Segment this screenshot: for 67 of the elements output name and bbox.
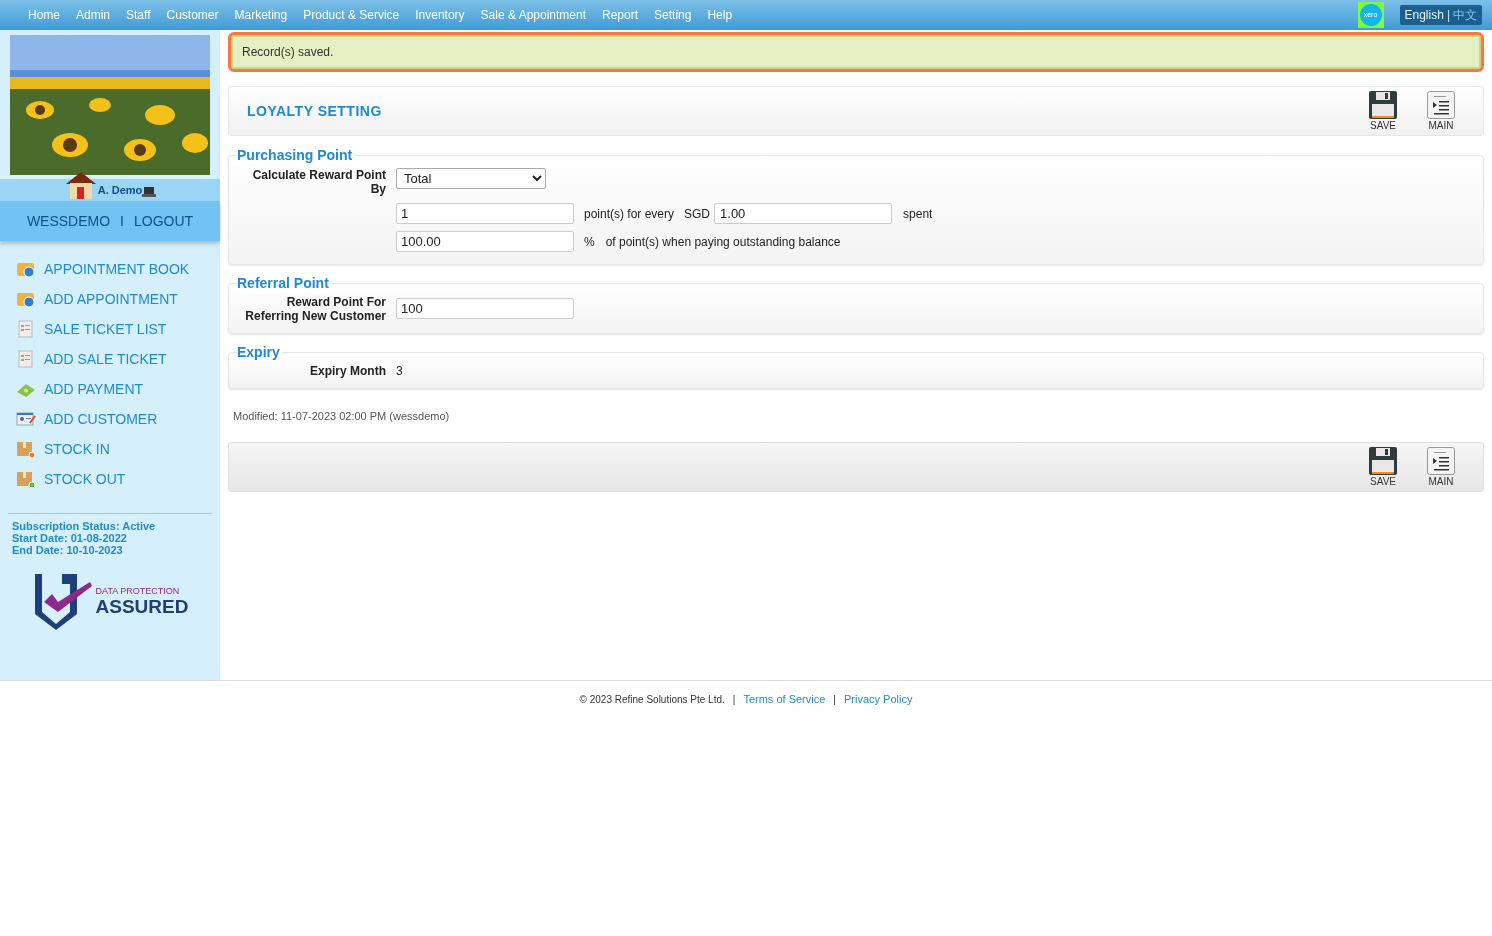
language-option[interactable]: 中文 (1453, 6, 1477, 24)
list-icon (1427, 446, 1455, 475)
badge-caption: DATA PROTECTION (95, 586, 181, 596)
separator-text: | (1446, 7, 1450, 24)
receipt-icon (16, 349, 36, 369)
main-button[interactable]: MAIN (1421, 91, 1461, 131)
sidebar-item[interactable]: ADD PAYMENT (16, 379, 220, 399)
laptop-icon (142, 187, 157, 197)
id-card-icon (16, 409, 36, 429)
subscription-text: End Date: 10-10-2023 (12, 544, 124, 556)
sidebar-item[interactable]: APPOINTMENT BOOK (16, 259, 220, 279)
section-title: Purchasing Point (237, 146, 355, 164)
reward-basis-select[interactable]: Total (396, 168, 546, 189)
privacy-link[interactable]: Privacy Policy (843, 691, 913, 708)
sidebar-item[interactable]: ADD APPOINTMENT (16, 289, 220, 309)
nav-link[interactable]: Home (20, 6, 68, 24)
list-icon (1427, 91, 1455, 119)
nav-link[interactable]: Customer (158, 6, 227, 24)
nav-link[interactable]: Product & Service (295, 6, 408, 24)
save-button[interactable]: SAVE (1363, 446, 1403, 487)
box-icon (16, 439, 36, 459)
sidebar-item[interactable]: SALE TICKET LIST (16, 319, 220, 339)
sidebar-item[interactable]: ADD CUSTOMER (16, 409, 220, 429)
field-label: Calculate Reward Point By (251, 168, 386, 196)
save-button[interactable]: SAVE (1363, 91, 1403, 131)
section-title: Expiry (237, 343, 282, 361)
language-option[interactable]: English (1404, 6, 1444, 24)
subscription-text: Subscription Status: Active (12, 520, 157, 532)
field-text: of point(s) when paying outstanding balance (605, 233, 841, 251)
field-text: spent (903, 205, 933, 223)
box-icon (16, 469, 36, 489)
receipt-icon (16, 319, 36, 339)
sidebar-item[interactable]: ADD SALE TICKET (16, 349, 220, 369)
sidebar-item[interactable]: STOCK IN (16, 439, 220, 459)
nav-link[interactable]: Inventory (407, 6, 473, 24)
referral-points-input[interactable]: 100 (396, 298, 574, 319)
amount-input[interactable]: 1.00 (714, 203, 893, 224)
terms-link[interactable]: Terms of Service (743, 691, 826, 708)
badge-title: ASSURED (95, 596, 189, 618)
sidebar-item[interactable]: STOCK OUT (16, 469, 220, 489)
separator-text: | (833, 692, 836, 707)
separator-text: I (120, 211, 124, 231)
percent-input[interactable]: 100.00 (396, 231, 574, 252)
field-label: Reward Point For Referring New Customer (244, 294, 386, 323)
page-title: LOYALTY SETTING (247, 101, 382, 121)
nav-link[interactable]: Help (699, 6, 741, 24)
nav-link[interactable]: Setting (646, 6, 700, 24)
user-name: A. Demo (97, 182, 143, 198)
nav-link[interactable]: Report (594, 6, 647, 24)
field-label: Expiry Month (309, 362, 386, 380)
nav-link[interactable]: Staff (118, 6, 159, 24)
copyright-text: © 2023 Refine Solutions Pte Ltd. (579, 692, 725, 707)
subscription-text: Start Date: 01-08-2022 (12, 532, 128, 544)
separator-text: | (732, 692, 736, 707)
nav-link[interactable]: Admin (68, 6, 119, 24)
points-input[interactable]: 1 (396, 203, 574, 224)
success-alert: Record(s) saved. (228, 32, 1484, 72)
currency-text: SGD (684, 205, 711, 223)
account-link[interactable]: WESSDEMO (26, 210, 111, 232)
nav-link[interactable]: Sale & Appointment (472, 6, 594, 24)
main-button[interactable]: MAIN (1421, 446, 1461, 487)
nav-link[interactable]: Marketing (226, 6, 296, 24)
percent-sign: % (584, 233, 595, 251)
modified-text: Modified: 11-07-2023 02:00 PM (wessdemo) (233, 409, 451, 424)
logout-link[interactable]: LOGOUT (134, 210, 194, 232)
field-value: 3 (396, 362, 403, 380)
field-text: point(s) for every (584, 205, 675, 223)
